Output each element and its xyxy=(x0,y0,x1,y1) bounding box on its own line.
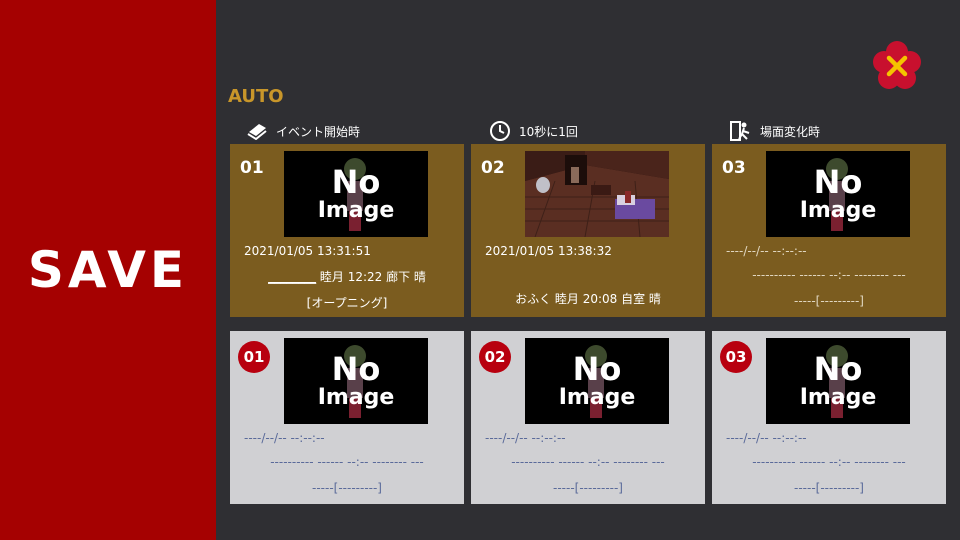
slot-timestamp: 2021/01/05 13:38:32 xyxy=(485,244,612,258)
column-header-label: 場面変化時 xyxy=(760,124,821,139)
clock-icon xyxy=(490,121,510,141)
slot-thumbnail: No Image xyxy=(766,151,910,237)
screen-title: SAVE xyxy=(27,241,189,299)
no-image-placeholder: No Image xyxy=(799,350,877,410)
slot-thumbnail xyxy=(525,151,669,237)
no-image-placeholder: No Image xyxy=(799,163,877,223)
auto-save-slot-2[interactable]: 02 2021/01/05 13:38:32 おふく 睦月 20:08 自室 晴 xyxy=(471,144,705,317)
book-icon xyxy=(247,124,267,140)
slot-timestamp: ----/--/-- --:--:-- xyxy=(244,431,325,445)
room-screenshot-image xyxy=(525,151,669,237)
slot-thumbnail: No Image xyxy=(284,151,428,237)
slot-info: ---------- ------ --:-- -------- --- xyxy=(752,268,906,282)
slot-info: ---------- ------ --:-- -------- --- xyxy=(270,455,424,469)
column-header-scene: 場面変化時 xyxy=(730,120,820,142)
column-header-interval: 10秒に1回 xyxy=(489,120,578,142)
close-button[interactable] xyxy=(870,40,924,92)
no-image-placeholder: No Image xyxy=(317,163,395,223)
slot-number: 02 xyxy=(481,158,505,178)
slot-chapter: -----[---------] xyxy=(794,481,864,495)
exit-door-icon xyxy=(730,121,750,141)
save-slot-3[interactable]: 03 No Image ----/--/-- --:--:-- --------… xyxy=(712,331,946,504)
slot-number-badge: 02 xyxy=(479,341,511,373)
slot-chapter: [オープニング] xyxy=(306,296,388,310)
slot-number: 03 xyxy=(722,158,746,178)
no-image-placeholder: No Image xyxy=(317,350,395,410)
save-side-panel: SAVE xyxy=(0,0,216,540)
slot-number: 01 xyxy=(240,158,264,178)
slot-chapter: -----[---------] xyxy=(794,294,864,308)
slot-timestamp: ----/--/-- --:--:-- xyxy=(726,244,807,258)
save-slot-1[interactable]: 01 No Image ----/--/-- --:--:-- --------… xyxy=(230,331,464,504)
slot-number-badge: 03 xyxy=(720,341,752,373)
column-header-label: 10秒に1回 xyxy=(519,124,578,139)
column-header-event: イベント開始時 xyxy=(246,120,360,142)
no-image-placeholder: No Image xyxy=(558,350,636,410)
auto-save-slot-1[interactable]: 01 No Image 2021/01/05 13:31:51 ________… xyxy=(230,144,464,317)
slot-number-badge: 01 xyxy=(238,341,270,373)
auto-save-slot-3[interactable]: 03 No Image ----/--/-- --:--:-- --------… xyxy=(712,144,946,317)
slot-info: おふく 睦月 20:08 自室 晴 xyxy=(515,292,661,306)
slot-thumbnail: No Image xyxy=(284,338,428,424)
auto-section-label: AUTO xyxy=(228,86,284,107)
slot-timestamp: ----/--/-- --:--:-- xyxy=(485,431,566,445)
slot-timestamp: 2021/01/05 13:31:51 xyxy=(244,244,371,258)
slot-thumbnail: No Image xyxy=(525,338,669,424)
slot-thumbnail: No Image xyxy=(766,338,910,424)
close-icon xyxy=(873,41,921,89)
slot-chapter: -----[---------] xyxy=(312,481,382,495)
slot-info: ---------- ------ --:-- -------- --- xyxy=(511,455,665,469)
save-slot-2[interactable]: 02 No Image ----/--/-- --:--:-- --------… xyxy=(471,331,705,504)
slot-info: ---------- ------ --:-- -------- --- xyxy=(752,455,906,469)
column-header-label: イベント開始時 xyxy=(276,124,361,139)
slot-info: ________ 睦月 12:22 廊下 晴 xyxy=(268,270,426,284)
slot-timestamp: ----/--/-- --:--:-- xyxy=(726,431,807,445)
slot-chapter: -----[---------] xyxy=(553,481,623,495)
